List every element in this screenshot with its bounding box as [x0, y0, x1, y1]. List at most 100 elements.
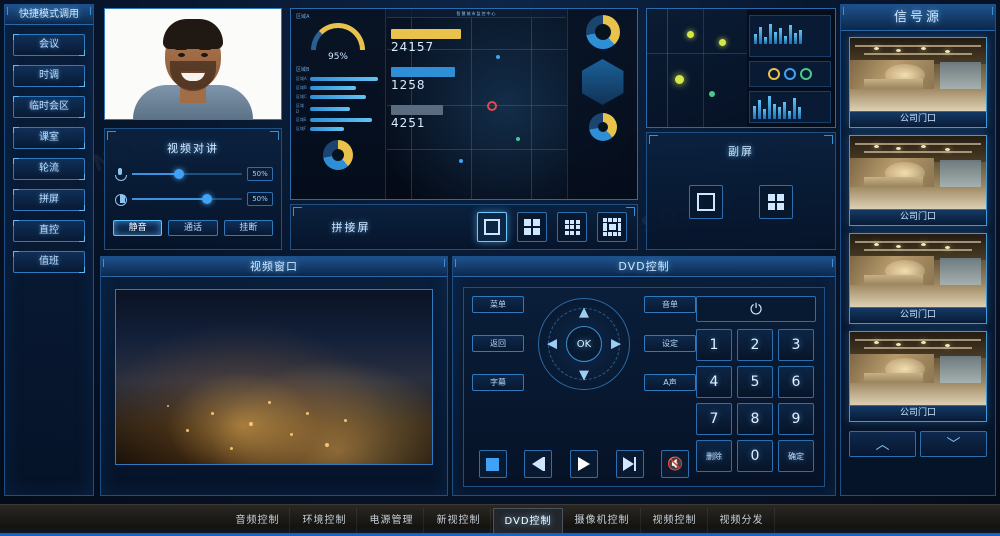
next-button[interactable] [615, 450, 644, 478]
volume-icon [113, 192, 127, 206]
tab-power-management[interactable]: 电源管理 [359, 507, 425, 534]
avatar-brow-right [199, 47, 211, 50]
dpad-ok-button[interactable]: OK [566, 326, 602, 362]
volume-value: 50% [247, 192, 273, 206]
play-button[interactable] [569, 450, 598, 478]
sidebar-item-temp-zone[interactable]: 临时会区 [13, 96, 85, 118]
dvd-audio-track-button[interactable]: A声 [644, 374, 696, 391]
key-3[interactable]: 3 [778, 329, 814, 361]
hangup-button[interactable]: 挂断 [223, 220, 273, 236]
tab-audio-control[interactable]: 音频控制 [225, 507, 291, 534]
mute-button[interactable]: 🔇 [661, 450, 690, 478]
key-1[interactable]: 1 [696, 329, 732, 361]
key-delete[interactable]: 删除 [696, 440, 732, 472]
dashboard-display[interactable]: 智慧城市监控中心 区域A 95% 区域B 区域A 区域B 区域C 区域D 区域E… [290, 8, 638, 200]
sidebar-item-split[interactable]: 拼屏 [13, 189, 85, 211]
power-button[interactable]: ⏻ [696, 296, 816, 322]
dvd-return-button[interactable]: 返回 [472, 335, 524, 352]
sidebar-item-rotate[interactable]: 轮流 [13, 158, 85, 180]
video-call-preview [104, 8, 282, 120]
key-7[interactable]: 7 [696, 403, 732, 435]
sidebar-item-classroom[interactable]: 课室 [13, 127, 85, 149]
key-9[interactable]: 9 [778, 403, 814, 435]
splice-title: 拼接屏 [331, 221, 371, 234]
tab-camera-control[interactable]: 摄像机控制 [565, 507, 641, 534]
layout-mixed-button[interactable] [597, 212, 627, 242]
tab-dvd-control[interactable]: DVD控制 [493, 507, 563, 534]
tab-system-control[interactable]: 新视控制 [426, 507, 492, 534]
mic-slider[interactable] [132, 169, 242, 179]
kpi-value: 4251 [391, 116, 426, 130]
layout-1x1-button[interactable] [477, 212, 507, 242]
intercom-buttons: 静音 通话 挂断 [113, 220, 273, 236]
bar-label: 区域E [296, 117, 307, 122]
bottom-tab-bar: 音频控制 环境控制 电源管理 新视控制 DVD控制 摄像机控制 视频控制 视频分… [0, 504, 1000, 536]
sidebar-item-meeting[interactable]: 会议 [13, 34, 85, 56]
grid-four-icon [768, 194, 784, 210]
key-2[interactable]: 2 [737, 329, 773, 361]
tab-video-control[interactable]: 视频控制 [643, 507, 708, 534]
tab-video-distribution[interactable]: 视频分发 [710, 507, 775, 534]
dpad-up-icon[interactable]: ▲ [579, 306, 589, 319]
lobby-thumbnail [850, 136, 986, 209]
bar-row: 区域F [296, 126, 380, 132]
video-window-feed[interactable] [115, 289, 433, 465]
scroll-up-button[interactable]: ︿ [849, 431, 916, 457]
bar-row: 区域D [296, 103, 380, 114]
sidebar-item-duty[interactable]: 值班 [13, 251, 85, 273]
dvd-subtitle-button[interactable]: 字幕 [472, 374, 524, 391]
scroll-down-button[interactable]: ﹀ [920, 431, 987, 457]
avatar-eye-left [178, 53, 185, 57]
next-icon [623, 457, 637, 471]
dpad-right-icon[interactable]: ▶ [611, 338, 621, 351]
avatar-eye-right [201, 53, 208, 57]
dvd-setup-button[interactable]: 设定 [644, 335, 696, 352]
sub-screen-title: 副屏 [728, 145, 754, 158]
sub-layout-1x1-button[interactable] [689, 185, 723, 219]
mute-icon: 🔇 [667, 456, 684, 472]
call-button[interactable]: 通话 [168, 220, 218, 236]
dpad-down-icon[interactable]: ▼ [579, 369, 589, 382]
signal-source-label: 公司门口 [850, 111, 986, 127]
key-6[interactable]: 6 [778, 366, 814, 398]
signal-source-item[interactable]: 公司门口 [849, 331, 987, 422]
previous-button[interactable] [524, 450, 553, 478]
key-8[interactable]: 8 [737, 403, 773, 435]
dashboard-header: 智慧城市监控中心 [456, 11, 497, 16]
signal-source-item[interactable]: 公司门口 [849, 135, 987, 226]
sub-screen-panel: 副屏 [646, 132, 836, 250]
ring-gauge-icon [784, 68, 796, 80]
signal-source-item[interactable]: 公司门口 [849, 233, 987, 324]
kpi-item: 1258 [391, 67, 455, 92]
microphone-icon [113, 167, 127, 181]
map-line-chart [749, 15, 831, 57]
signal-source-item[interactable]: 公司门口 [849, 37, 987, 128]
mute-button[interactable]: 静音 [113, 220, 163, 236]
stop-icon [486, 457, 500, 471]
sub-layout-2x2-button[interactable] [759, 185, 793, 219]
quick-mode-sidebar: 快捷模式调用 会议 时调 临时会区 课室 轮流 拼屏 直控 值班 [4, 4, 94, 496]
bar-label: 区域C [296, 94, 307, 99]
dpad-left-icon[interactable]: ◀ [547, 338, 557, 351]
sidebar-item-direct[interactable]: 直控 [13, 220, 85, 242]
key-0[interactable]: 0 [737, 440, 773, 472]
dvd-audio-menu-button[interactable]: 音单 [644, 296, 696, 313]
bar-chart [753, 95, 827, 119]
tab-environment-control[interactable]: 环境控制 [292, 507, 358, 534]
bar-row: 区域E [296, 117, 380, 123]
dvd-menu-button[interactable]: 菜单 [472, 296, 524, 313]
layout-2x2-button[interactable] [517, 212, 547, 242]
map-monitor-display[interactable] [646, 8, 836, 128]
signal-source-title: 信号源 [841, 5, 995, 31]
key-5[interactable]: 5 [737, 366, 773, 398]
sidebar-item-schedule[interactable]: 时调 [13, 65, 85, 87]
key-4[interactable]: 4 [696, 366, 732, 398]
dashboard-header-bar: 智慧城市监控中心 [387, 9, 566, 18]
stop-button[interactable] [478, 450, 507, 478]
gauge-chart [311, 23, 365, 50]
layout-3x3-button[interactable] [557, 212, 587, 242]
key-confirm[interactable]: 确定 [778, 440, 814, 472]
ring-gauge-icon [800, 68, 812, 80]
volume-slider[interactable] [132, 194, 242, 204]
avatar-brow-left [175, 47, 187, 50]
